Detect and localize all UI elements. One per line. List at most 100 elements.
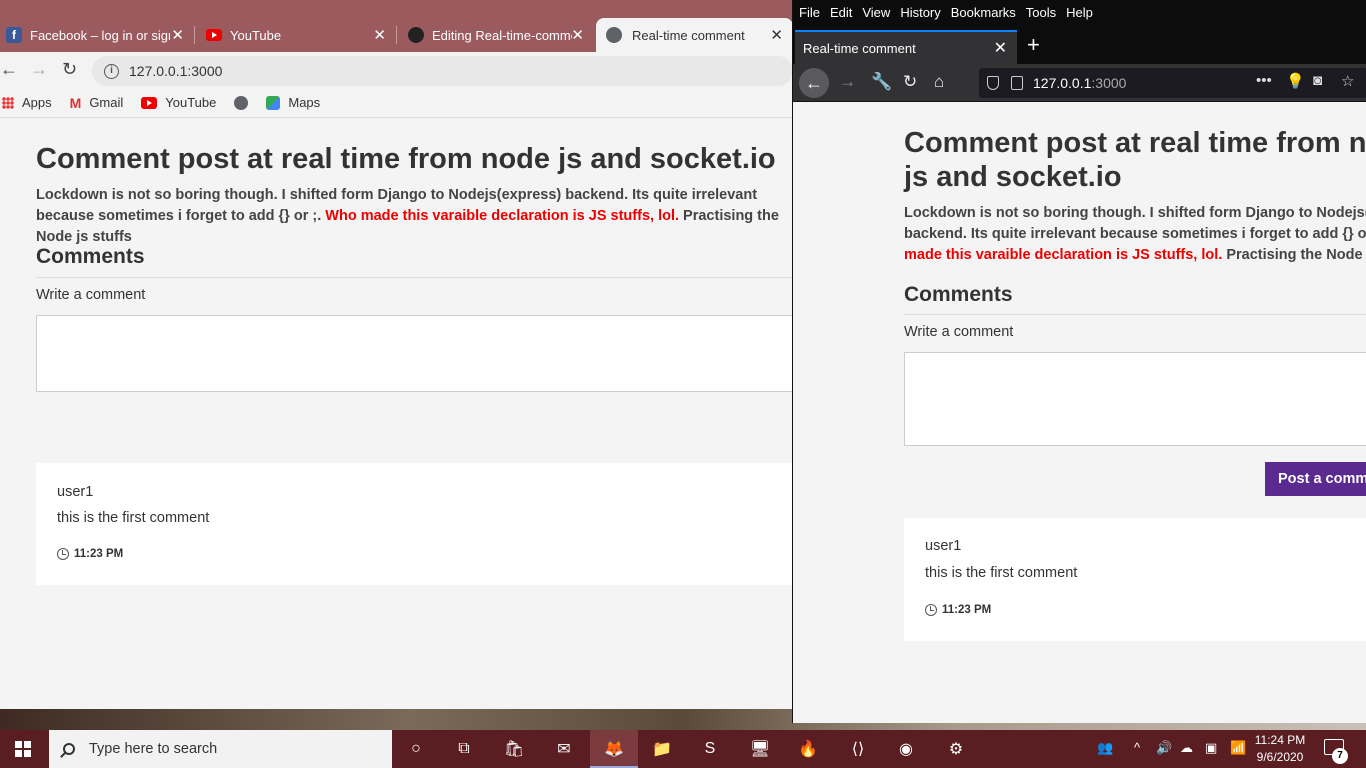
back-arrow-icon[interactable]: ← xyxy=(799,68,829,98)
home-icon[interactable]: ⌂ xyxy=(934,72,944,92)
comment-card: user1 this is the first comment 11:23 PM xyxy=(36,463,793,585)
bookmark-globe[interactable] xyxy=(234,95,249,110)
back-arrow-icon[interactable]: ← xyxy=(0,59,18,80)
facebook-icon: f xyxy=(6,27,22,43)
page-title: Comment post at real time from node js a… xyxy=(904,126,1366,194)
vscode-icon[interactable]: ⟨⟩ xyxy=(846,737,870,761)
more-dots-icon[interactable]: ••• xyxy=(1256,72,1272,89)
cortana-icon[interactable]: ○ xyxy=(404,737,428,761)
comment-user: user1 xyxy=(925,538,962,554)
comment-time-text: 11:23 PM xyxy=(74,548,124,560)
forward-arrow-icon[interactable]: → xyxy=(839,72,856,92)
comments-heading: Comments xyxy=(36,245,145,268)
menu-file[interactable]: File xyxy=(799,5,820,20)
tab-youtube[interactable]: YouTube ✕ xyxy=(200,18,396,52)
tab-real-time-comment[interactable]: Real-time comment ✕ xyxy=(795,30,1017,64)
info-icon[interactable]: i xyxy=(104,63,119,79)
globe-icon xyxy=(606,27,622,43)
bookmark-label: Gmail xyxy=(89,95,124,110)
post-comment-button[interactable]: Post a comment xyxy=(1265,462,1366,496)
settings-gear-icon[interactable]: ⚙ xyxy=(944,737,968,761)
close-tab-icon[interactable]: ✕ xyxy=(571,26,584,44)
page-icon[interactable] xyxy=(1011,76,1023,90)
chrome-window: f Facebook – log in or sign up ✕ YouTube… xyxy=(0,0,793,709)
firefox-window: File Edit View History Bookmarks Tools H… xyxy=(792,0,1366,723)
bookmark-label: Maps xyxy=(288,95,321,110)
maps-icon xyxy=(266,95,281,110)
shield-icon[interactable] xyxy=(987,76,999,90)
system-clock[interactable]: 11:24 PM 9/6/2020 xyxy=(1250,732,1310,766)
address-bar[interactable]: 127.0.0.1:3000 xyxy=(979,68,1366,98)
wifi-icon[interactable]: 📶 xyxy=(1230,740,1246,756)
comment-time: 11:23 PM xyxy=(57,548,123,560)
forward-arrow-icon[interactable]: → xyxy=(30,59,48,80)
clock-date: 9/6/2020 xyxy=(1256,750,1304,764)
file-explorer-icon[interactable]: 📁 xyxy=(650,737,674,761)
reload-icon[interactable]: ↻ xyxy=(62,59,77,80)
tab-title: Facebook – log in or sign up xyxy=(30,27,170,43)
tab-divider xyxy=(194,26,195,44)
tab-title: YouTube xyxy=(230,27,282,43)
clock-icon xyxy=(925,604,937,616)
intro-line: made this varaible declaration is JS stu… xyxy=(904,245,1366,266)
menu-history[interactable]: History xyxy=(900,5,940,20)
comment-user: user1 xyxy=(57,484,94,500)
menu-bookmarks[interactable]: Bookmarks xyxy=(951,5,1016,20)
chrome-icon[interactable]: ◉ xyxy=(894,737,918,761)
store-icon[interactable]: 🛍 xyxy=(502,737,526,761)
address-host: 127.0.0.1 xyxy=(1033,75,1092,91)
reload-icon[interactable]: ↻ xyxy=(903,72,917,92)
intro-red-text: Who made this varaible declaration is JS… xyxy=(325,208,680,224)
bookmark-apps[interactable]: Apps xyxy=(2,95,52,110)
menu-edit[interactable]: Edit xyxy=(830,5,852,20)
comment-textarea[interactable] xyxy=(36,315,793,392)
clock-time: 11:24 PM xyxy=(1254,733,1306,747)
star-icon[interactable]: ☆ xyxy=(1341,72,1354,90)
firefox-dev-icon[interactable]: 🦊 xyxy=(602,737,626,761)
tab-real-time-comment[interactable]: Real-time comment ✕ xyxy=(596,18,793,52)
people-icon[interactable]: 👥 xyxy=(1097,740,1113,756)
globe-icon xyxy=(234,95,249,110)
close-tab-icon[interactable]: ✕ xyxy=(171,26,184,44)
tab-github-editing[interactable]: Editing Real-time-comment ✕ xyxy=(402,18,594,52)
pocket-icon[interactable]: ◙ xyxy=(1313,72,1322,89)
address-text: 127.0.0.1:3000 xyxy=(129,63,223,79)
bookmark-gmail[interactable]: M Gmail xyxy=(70,95,124,111)
firefox-icon[interactable]: 🔥 xyxy=(796,737,820,761)
windows-start-icon[interactable] xyxy=(15,741,31,757)
comment-card: user1 this is the first comment 11:23 PM xyxy=(904,518,1366,641)
comment-textarea[interactable] xyxy=(904,352,1366,446)
close-tab-icon[interactable]: ✕ xyxy=(770,26,783,44)
firefox-toolbar: ← → 🔧 ↻ ⌂ 127.0.0.1:3000 ••• 💡 ◙ ☆ xyxy=(793,64,1366,102)
close-tab-icon[interactable]: ✕ xyxy=(373,26,386,44)
onedrive-icon[interactable]: ☁ xyxy=(1180,740,1193,756)
sublime-text-icon[interactable]: S xyxy=(698,737,722,761)
intro-line: backend. Its quite irrelevant because so… xyxy=(904,226,1366,242)
taskbar: Type here to search ○ ⧉ 🛍 ✉ 🦊 📁 S 🖥 🔥 ⟨⟩… xyxy=(0,730,1366,768)
lightbulb-icon[interactable]: 💡 xyxy=(1286,72,1305,90)
chevron-up-icon[interactable]: ^ xyxy=(1134,740,1140,755)
task-view-icon[interactable]: ⧉ xyxy=(452,737,476,761)
close-tab-icon[interactable]: ✕ xyxy=(994,38,1007,58)
new-tab-icon[interactable]: + xyxy=(1027,32,1040,58)
desktop-app-icon[interactable]: 🖥 xyxy=(748,737,772,761)
intro-paragraph: Lockdown is not so boring though. I shif… xyxy=(904,203,1366,266)
clock-icon xyxy=(57,548,69,560)
menu-help[interactable]: Help xyxy=(1066,5,1093,20)
tab-facebook[interactable]: f Facebook – log in or sign up ✕ xyxy=(0,18,194,52)
bookmark-youtube[interactable]: YouTube xyxy=(141,95,216,110)
write-comment-label: Write a comment xyxy=(904,324,1014,340)
bookmark-maps[interactable]: Maps xyxy=(266,95,320,110)
tab-divider xyxy=(396,26,397,44)
taskbar-search[interactable]: Type here to search xyxy=(49,730,392,768)
menu-tools[interactable]: Tools xyxy=(1026,5,1056,20)
bookmark-label: Apps xyxy=(22,95,52,110)
address-bar[interactable]: i 127.0.0.1:3000 xyxy=(92,56,793,86)
comments-heading: Comments xyxy=(904,283,1013,306)
volume-icon[interactable]: 🔊 xyxy=(1156,740,1172,756)
network-adapter-icon[interactable]: ▣ xyxy=(1205,740,1217,756)
notification-count-badge: 7 xyxy=(1332,748,1348,764)
menu-view[interactable]: View xyxy=(862,5,890,20)
wrench-icon[interactable]: 🔧 xyxy=(871,72,892,92)
mail-icon[interactable]: ✉ xyxy=(552,737,576,761)
